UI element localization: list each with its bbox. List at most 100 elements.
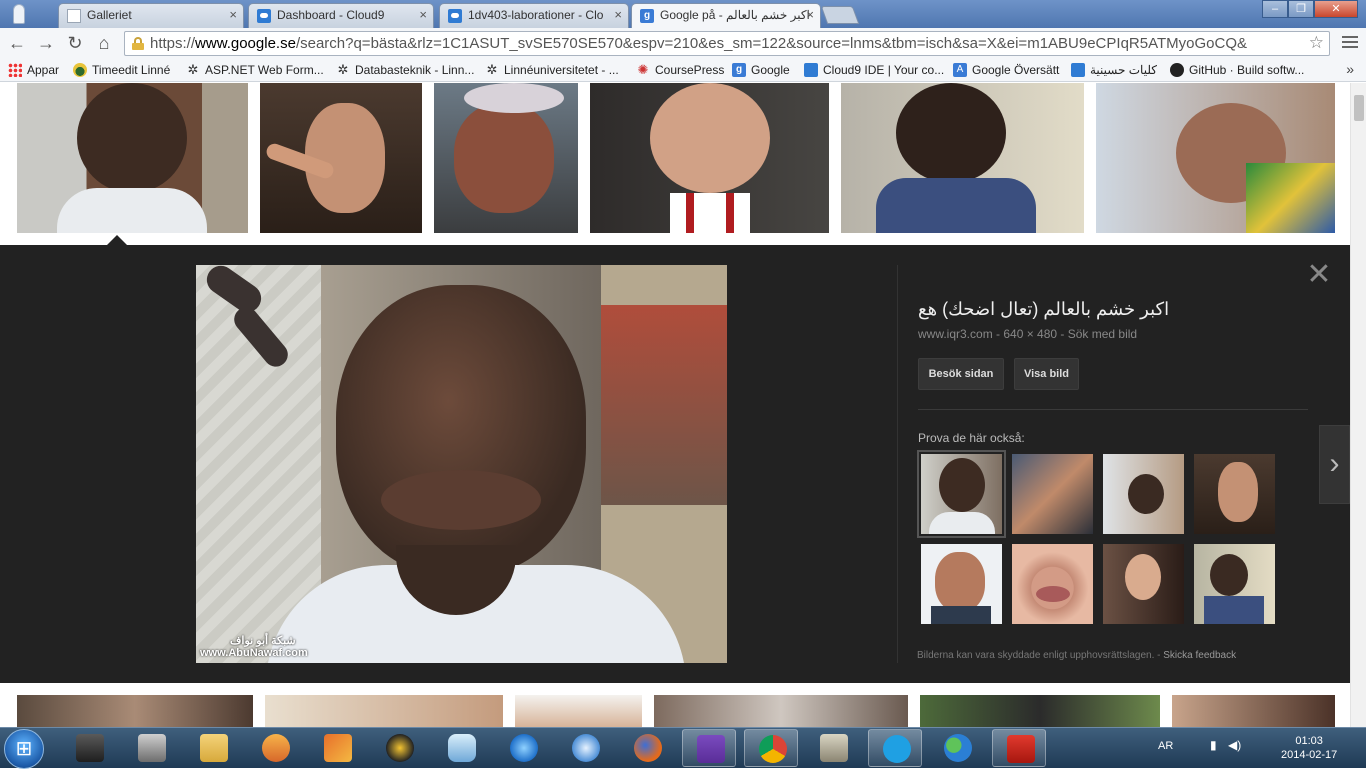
forward-button[interactable]: → [35, 32, 57, 54]
clock[interactable]: 01:03 2014-02-17 [1281, 734, 1337, 762]
next-image-button[interactable]: › [1319, 425, 1350, 504]
scrollbar-thumb[interactable] [1354, 95, 1364, 121]
windows-taskbar: AR ▮ ◀) 01:03 2014-02-17 [0, 727, 1366, 769]
skype-icon[interactable] [868, 729, 922, 767]
tab-label: اكبر خشم بالعالم - Google på [660, 8, 810, 22]
bookmark-linneuniversitetet[interactable]: ✲ Linnéuniversitetet - ... [485, 62, 619, 78]
pdf-icon[interactable] [992, 729, 1046, 767]
copyright-note: Bilderna kan vara skyddade enligt upphov… [917, 650, 1237, 661]
browser-toolbar: ← → ↻ ⌂ https://www.google.se/search?q=b… [0, 28, 1366, 58]
paint-icon[interactable] [310, 729, 364, 767]
close-window-button[interactable]: ✕ [1314, 0, 1358, 18]
internet-explorer-icon[interactable] [496, 729, 550, 767]
result-thumbnail[interactable] [654, 695, 908, 727]
related-image[interactable] [1012, 454, 1093, 534]
result-thumbnail[interactable] [17, 83, 248, 233]
result-thumbnail[interactable] [1096, 83, 1335, 233]
result-thumbnail[interactable] [434, 83, 578, 233]
bookmark-databasteknik[interactable]: ✲ Databasteknik - Linn... [336, 62, 475, 78]
bookmark-star-icon[interactable]: ☆ [1309, 33, 1324, 53]
chrome-icon[interactable] [744, 729, 798, 767]
related-image[interactable] [921, 544, 1002, 624]
menu-icon[interactable] [1342, 34, 1358, 50]
related-image[interactable] [1012, 544, 1093, 624]
send-feedback-link[interactable]: Skicka feedback [1163, 650, 1236, 661]
bookmarks-overflow-button[interactable]: » [1346, 61, 1354, 77]
winamp-icon[interactable] [62, 729, 116, 767]
close-tab-icon[interactable]: × [419, 4, 427, 26]
address-bar[interactable]: https://www.google.se/search?q=bästa&rlz… [124, 31, 1330, 56]
document-icon [67, 9, 81, 23]
bookmark-google[interactable]: g Google [732, 62, 790, 78]
generic-app-icon[interactable] [434, 729, 488, 767]
related-image[interactable] [1103, 454, 1184, 534]
result-thumbnail[interactable] [17, 695, 253, 727]
tab-google-search[interactable]: g اكبر خشم بالعالم - Google på × [631, 3, 821, 28]
tab-dashboard-cloud9[interactable]: Dashboard - Cloud9 × [248, 3, 434, 28]
timeedit-icon [73, 63, 87, 77]
tab-1dv403[interactable]: 1dv403-laborationer - Clo × [439, 3, 629, 28]
media-player-icon[interactable] [248, 729, 302, 767]
close-panel-button[interactable]: ✕ [1306, 260, 1332, 290]
related-image[interactable] [1103, 544, 1184, 624]
language-indicator[interactable]: AR [1158, 740, 1173, 752]
bookmark-coursepress[interactable]: ✺ CoursePress [636, 62, 725, 78]
tab-galleriet[interactable]: Galleriet × [58, 3, 244, 28]
minimize-button[interactable]: – [1262, 0, 1288, 18]
bookmark-cloud9[interactable]: Cloud9 IDE | Your co... [804, 62, 944, 78]
visit-page-button[interactable]: Besök sidan [918, 358, 1004, 390]
new-tab-button[interactable] [820, 6, 860, 24]
view-image-button[interactable]: Visa bild [1014, 358, 1079, 390]
result-thumbnail[interactable] [515, 695, 642, 727]
messenger-icon[interactable] [930, 729, 984, 767]
maximize-button[interactable]: ❐ [1288, 0, 1314, 18]
cloud9-icon [257, 9, 271, 23]
image-title[interactable]: اكبر خشم بالعالم (تعال اضحك) هع [918, 299, 1298, 320]
bookmark-github[interactable]: GitHub · Build softw... [1170, 62, 1304, 78]
battery-icon[interactable]: ▮ [1210, 738, 1217, 752]
safari-icon[interactable] [558, 729, 612, 767]
bookmark-google-translate[interactable]: A Google Översätt [953, 62, 1059, 78]
firefox-icon[interactable] [620, 729, 674, 767]
close-tab-icon[interactable]: × [614, 4, 622, 26]
tab-strip: Galleriet × Dashboard - Cloud9 × 1dv403-… [0, 0, 1366, 28]
related-image[interactable] [1194, 544, 1275, 624]
game-icon[interactable] [124, 729, 178, 767]
image-search-results: شبكة أبو نواف www.AbuNawaf.com ✕ اكبر خش… [0, 83, 1366, 727]
close-tab-icon[interactable]: × [229, 4, 237, 26]
bookmark-timeedit[interactable]: Timeedit Linné [73, 62, 170, 78]
result-thumbnail[interactable] [265, 695, 503, 727]
result-thumbnail[interactable] [260, 83, 422, 233]
explorer-icon[interactable] [186, 729, 240, 767]
panel-divider [897, 265, 898, 663]
profile-icon[interactable] [4, 2, 32, 26]
bookmark-appar[interactable]: Appar [8, 62, 59, 78]
divider [918, 409, 1308, 410]
home-button[interactable]: ⌂ [93, 32, 115, 54]
tab-label: Galleriet [87, 8, 132, 22]
start-button[interactable] [4, 729, 44, 769]
tools-icon[interactable] [806, 729, 860, 767]
related-image[interactable] [917, 450, 1006, 538]
tree-icon: ✲ [337, 62, 349, 77]
close-tab-icon[interactable]: × [806, 4, 814, 26]
back-button[interactable]: ← [6, 32, 28, 54]
volume-icon[interactable]: ◀) [1228, 738, 1241, 752]
bookmark-arabic[interactable]: كليات حسينية [1071, 62, 1157, 78]
result-thumbnail[interactable] [590, 83, 829, 233]
tree-icon: ✲ [187, 62, 199, 77]
related-image[interactable] [1194, 454, 1275, 534]
preview-image[interactable]: شبكة أبو نواف www.AbuNawaf.com [196, 265, 727, 663]
visual-studio-icon[interactable] [682, 729, 736, 767]
snagit-icon[interactable] [372, 729, 426, 767]
result-thumbnail[interactable] [1172, 695, 1335, 727]
result-thumbnail[interactable] [920, 695, 1160, 727]
image-meta: www.iqr3.com - 640 × 480 - Sök med bild [918, 327, 1138, 341]
scrollbar[interactable] [1350, 83, 1366, 727]
url-text[interactable]: https://www.google.se/search?q=bästa&rlz… [150, 35, 1298, 52]
result-thumbnail[interactable] [841, 83, 1084, 233]
bookmark-aspnet[interactable]: ✲ ASP.NET Web Form... [186, 62, 324, 78]
image-detail-panel: شبكة أبو نواف www.AbuNawaf.com ✕ اكبر خش… [0, 245, 1350, 683]
google-icon: g [640, 9, 654, 23]
reload-button[interactable]: ↻ [64, 32, 86, 54]
